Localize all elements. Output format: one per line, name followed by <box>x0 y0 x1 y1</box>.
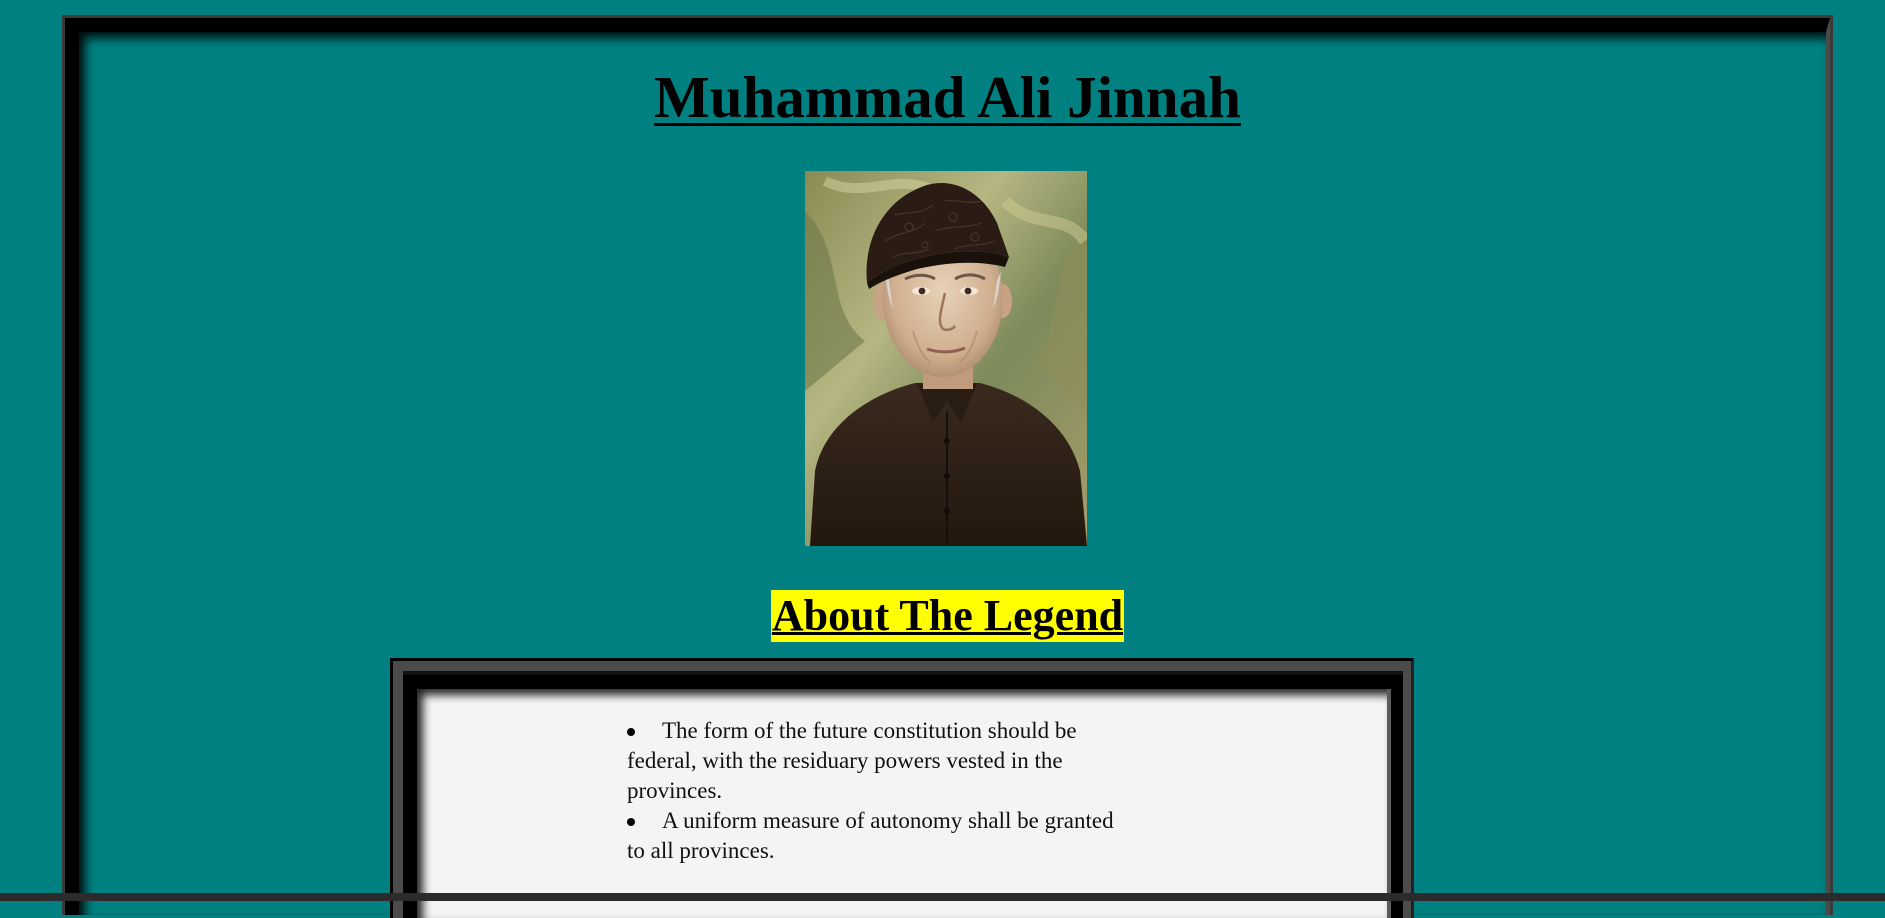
portrait-photo-icon <box>805 171 1087 546</box>
about-content-box: The form of the future constitution shou… <box>390 658 1414 918</box>
about-content-panel: The form of the future constitution shou… <box>417 689 1391 918</box>
page-title: Muhammad Ali Jinnah <box>654 64 1241 130</box>
about-heading-wrap: About The Legend <box>65 590 1830 642</box>
list-item: The form of the future constitution shou… <box>627 716 1127 806</box>
portrait-image <box>805 171 1087 546</box>
bottom-edge-strip <box>0 893 1885 901</box>
about-points-list: The form of the future constitution shou… <box>627 716 1127 866</box>
about-heading: About The Legend <box>770 590 1125 642</box>
about-content-bevel: The form of the future constitution shou… <box>403 671 1403 918</box>
list-item: A uniform measure of autonomy shall be g… <box>627 806 1127 866</box>
